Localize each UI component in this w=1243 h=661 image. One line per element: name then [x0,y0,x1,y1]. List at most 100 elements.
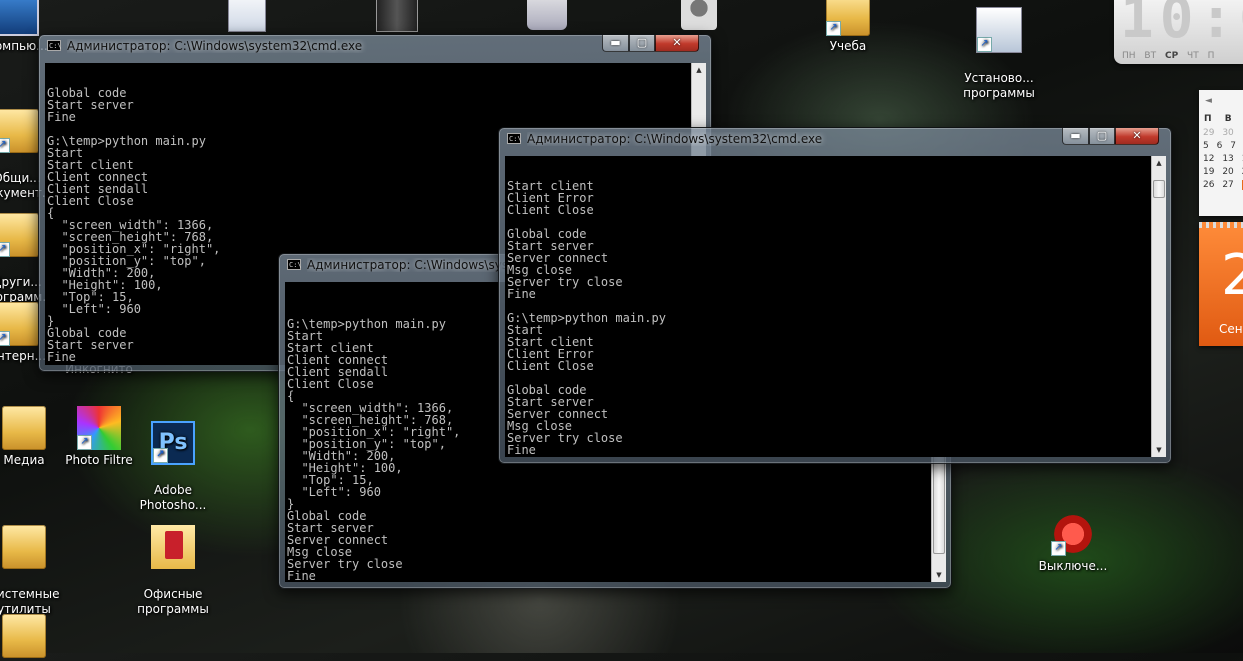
scroll-up-icon[interactable]: ▲ [692,63,706,77]
console-line: Global code [47,86,127,100]
console-line: Start client [507,179,594,193]
desktop-icon-label: Офисные программы [137,587,209,616]
calendar-week-row: 29 30 [1203,128,1234,138]
console-line: Global code [507,227,587,241]
console-line: Fine [47,110,76,124]
shortcut-arrow-icon: ↗ [977,37,992,52]
video-icon [376,0,418,32]
console-line: Server connect [507,407,609,421]
console-line: Start [507,323,544,337]
window-title: Администратор: C:\Windows\system32\cmd.e… [527,132,823,146]
console-line: Client Error [507,191,594,205]
console-line: Client Close [507,359,594,373]
clock-digits: 10:0 [1120,0,1243,51]
folder-icon [2,525,46,569]
console-output[interactable]: Start client Client Error Client Close Glob… [505,156,1151,457]
window-title: Администратор: C:\Windows\system32\cmd.e… [67,39,363,53]
folder-icon: ↗ [0,109,39,153]
shortcut-arrow-icon: ↗ [0,138,10,153]
camera-icon [527,0,567,30]
folder-icon [2,614,46,658]
desktop-icon-label: Adobe Photosho... [139,483,207,512]
scroll-up-icon[interactable]: ▲ [1152,156,1166,170]
close-button[interactable]: ✕ [1115,128,1159,145]
calendar-day-card[interactable]: 2 Сент [1199,222,1243,346]
calendar-prev-icon[interactable]: ◄ [1205,96,1212,106]
calendar-week-row: 19 20 21 [1203,167,1243,177]
console-line: "Top": 15, [287,473,374,487]
desktop-icon-label: Системные утилиты [0,587,60,616]
scroll-down-icon[interactable]: ▼ [1152,443,1166,457]
desktop-icon-office-programs[interactable]: Офисные программы [128,510,218,632]
desktop-icon-shutdown[interactable]: ↗ Выключе... [1028,512,1118,574]
power-icon: ↗ [1051,512,1095,556]
document-icon [228,0,266,32]
calendar-week-row: 26 27 28 [1203,180,1243,190]
console-line: Fine [507,443,536,457]
console-line: Client Error [507,347,594,361]
photofiltre-icon: ↗ [77,406,121,450]
desktop-icon-video[interactable] [352,0,442,35]
shortcut-arrow-icon: ↗ [826,21,841,36]
scroll-thumb[interactable] [1153,180,1165,198]
minimize-button[interactable]: ▬ [602,35,629,52]
console-line: } [287,497,295,511]
console-line: Client Close [507,203,594,217]
office-folder-icon [151,525,195,569]
installer-icon: ↗ [976,7,1022,53]
console-line: Start server [47,98,134,112]
scroll-down-icon[interactable]: ▼ [932,568,946,582]
calendar-big-day: 2 [1221,243,1243,308]
cmd-icon: C:\ [287,259,302,270]
desktop-icon-label: Установо... программы [963,71,1035,100]
calendar-week-row: 5 6 7 [1203,141,1236,151]
cmd-icon: C:\ [507,133,522,144]
desktop-icon-images[interactable] [502,0,592,33]
maximize-button[interactable]: ▢ [629,35,655,52]
shortcut-arrow-icon: ↗ [153,448,168,463]
computer-icon [0,0,39,36]
clock-weekdays: ПН ВТ СР ЧТ П [1122,51,1215,61]
console-line: "Left": 960 [287,485,381,499]
maximize-button[interactable]: ▢ [1089,128,1115,145]
desktop-icon-documents-top[interactable] [202,0,292,35]
console-line: Global code [287,509,367,523]
calendar-rings [1199,222,1243,228]
shortcut-arrow-icon: ↗ [1051,541,1066,556]
desktop-icon-installers[interactable]: ↗ Установо... программы [954,0,1044,116]
console-line: Server connect [507,251,609,265]
clock-gadget[interactable]: 10:0 ПН ВТ СР ЧТ П [1114,0,1243,64]
console-line: Fine [507,287,536,301]
shortcut-arrow-icon: ↗ [0,331,10,346]
console-line: Server try close [287,557,403,571]
calendar-gadget[interactable]: ◄ П В 29 30 5 6 7 12 13 14 19 20 21 26 2… [1199,90,1243,216]
calendar-weekday-header: П В [1204,114,1232,124]
desktop-icon-label: Учеба [829,39,867,53]
calendar-month: Сент [1219,322,1243,336]
shortcut-arrow-icon: ↗ [77,435,92,450]
folder-icon: ↗ [826,0,870,36]
desktop-icon-folder-bottom[interactable] [0,614,69,661]
speaker-icon [681,0,717,30]
cmd-window-3[interactable]: C:\ Администратор: C:\Windows\system32\c… [498,127,1172,464]
minimize-button[interactable]: ▬ [1062,128,1089,145]
vertical-scrollbar[interactable]: ▲ ▼ [1151,156,1166,457]
console-line: Fine [287,569,316,582]
console-line: Start client [507,335,594,349]
calendar-week-row: 12 13 14 [1203,154,1243,164]
console-line: G:\temp>python main.py [507,311,666,325]
console-line: Global code [507,383,587,397]
folder-icon: ↗ [0,302,39,346]
shortcut-arrow-icon: ↗ [0,242,10,257]
photoshop-icon: Ps ↗ [151,421,195,465]
desktop-icon-music[interactable] [654,0,744,33]
console-line: Server connect [287,533,389,547]
folder-icon [2,406,46,450]
desktop-icon-study[interactable]: ↗ Учеба [803,0,893,54]
close-button[interactable]: ✕ [655,35,699,52]
folder-icon: ↗ [0,213,39,257]
console-line: Server try close [507,431,623,445]
